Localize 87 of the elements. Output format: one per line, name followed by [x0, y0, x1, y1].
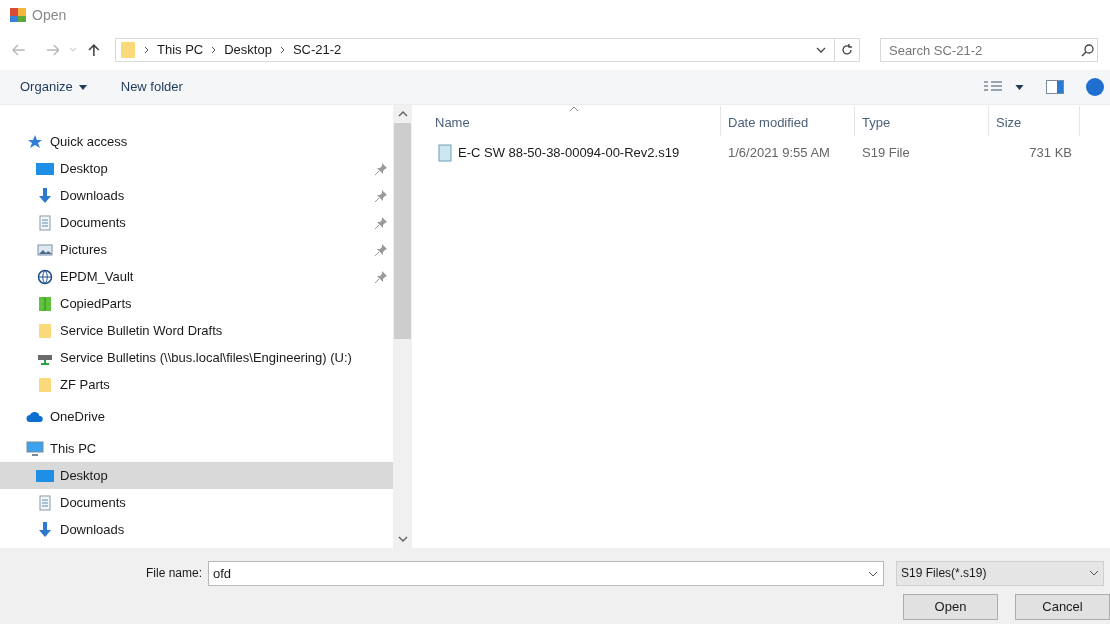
sidebar-item[interactable]: Service Bulletin Word Drafts: [0, 317, 393, 344]
sidebar-item-label: This PC: [50, 439, 98, 458]
table-cell-text: 1/6/2021 9:55 AM: [727, 144, 831, 163]
organize-button[interactable]: Organize: [20, 77, 87, 97]
folder-icon: [36, 376, 54, 393]
scrollbar-thumb[interactable]: [394, 123, 411, 339]
view-options-icon[interactable]: [983, 80, 1003, 94]
chevron-down-icon[interactable]: [868, 570, 879, 577]
sidebar-item-label: ZF Parts: [60, 375, 111, 394]
sidebar-item-label: Documents: [60, 493, 127, 512]
sidebar-item[interactable]: Service Bulletins (\\bus.local\files\Engineering) (U:): [0, 344, 393, 371]
preview-pane-icon[interactable]: [1046, 80, 1064, 94]
search-field[interactable]: Search SC-21-2: [880, 38, 1098, 62]
sidebar-item[interactable]: Desktop: [0, 462, 393, 489]
caret-icon: [78, 84, 87, 90]
sidebar-item-label: Downloads: [60, 520, 126, 539]
column-header[interactable]: Type: [855, 106, 989, 136]
breadcrumb-item[interactable]: SC-21-2: [292, 40, 342, 60]
breadcrumb-item[interactable]: This PC: [157, 40, 204, 60]
sidebar-item-label: Desktop: [60, 159, 109, 178]
table-cell-text: S19 File: [861, 144, 911, 163]
sidebar-item[interactable]: Downloads: [0, 182, 393, 209]
window-title: Open: [32, 5, 67, 25]
chevron-down-icon: [1089, 570, 1100, 576]
chevron-down-icon[interactable]: [816, 46, 826, 54]
sidebar-item-label: EPDM_Vault: [60, 267, 135, 286]
help-icon[interactable]: [1086, 78, 1104, 96]
column-header[interactable]: Date modified: [721, 106, 855, 136]
computer-icon: [26, 440, 44, 457]
up-arrow-icon[interactable]: [87, 43, 101, 57]
sidebar-item[interactable]: ZF Parts: [0, 371, 393, 398]
sidebar-item[interactable]: Documents: [0, 489, 393, 516]
file-name: E-C SW 88-50-38-00094-00-Rev2.s19: [458, 144, 680, 163]
chevron-down-icon[interactable]: [397, 536, 408, 542]
file-type-dropdown[interactable]: S19 Files(*.s19): [896, 560, 1105, 586]
folder-icon: [36, 322, 54, 339]
cancel-button[interactable]: Cancel: [1015, 594, 1110, 620]
file-name-field[interactable]: ofd: [208, 560, 885, 586]
caret-icon[interactable]: [1015, 84, 1024, 90]
column-header[interactable]: Name: [412, 106, 721, 136]
book-icon: [36, 295, 54, 312]
open-button[interactable]: Open: [903, 594, 998, 620]
chevron-right-icon: [279, 46, 285, 54]
breadcrumb-item[interactable]: Desktop: [224, 40, 272, 60]
file-icon: [437, 144, 453, 162]
sidebar-item-label: Downloads: [60, 186, 126, 205]
document-icon: [36, 494, 54, 511]
refresh-icon[interactable]: [840, 43, 854, 57]
sidebar-item[interactable]: Documents: [0, 209, 393, 236]
new-folder-button[interactable]: New folder: [120, 77, 183, 97]
picture-icon: [36, 241, 54, 258]
sidebar-item[interactable]: This PC: [0, 435, 393, 462]
sidebar-item-label: CopiedParts: [60, 294, 133, 313]
document-icon: [36, 214, 54, 231]
sidebar-item[interactable]: OneDrive: [0, 403, 393, 430]
sidebar-item-label: Service Bulletins (\\bus.local\files\Engineering) (U:): [60, 348, 353, 367]
file-name-label: File name:: [146, 565, 203, 582]
sidebar-item-label: Desktop: [60, 466, 109, 485]
address-bar[interactable]: This PC Desktop SC-21-2: [115, 38, 860, 62]
sidebar-item-label: Pictures: [60, 240, 108, 259]
desktop-icon: [36, 160, 54, 177]
sidebar-item-label: Documents: [60, 213, 127, 232]
sort-caret-icon: [569, 106, 579, 112]
sidebar-item[interactable]: EPDM_Vault: [0, 263, 393, 290]
sidebar-item-label: Service Bulletin Word Drafts: [60, 321, 224, 340]
search-icon: [1081, 44, 1094, 57]
sidebar-item-label: Quick access: [50, 132, 129, 151]
sidebar-item[interactable]: Desktop: [0, 155, 393, 182]
sidebar-item[interactable]: Quick access: [0, 128, 393, 155]
sidebar-item[interactable]: Pictures: [0, 236, 393, 263]
down-arrow-icon: [36, 187, 54, 204]
table-cell[interactable]: E-C SW 88-50-38-00094-00-Rev2.s19: [412, 143, 721, 163]
globe-icon: [36, 268, 54, 285]
table-cell-text: 731 KB: [1028, 144, 1073, 163]
sidebar-item[interactable]: Downloads: [0, 516, 393, 543]
sidebar-item-label: OneDrive: [50, 407, 106, 426]
scrollbar[interactable]: [393, 105, 412, 548]
sidebar-item[interactable]: CopiedParts: [0, 290, 393, 317]
chevron-up-icon[interactable]: [397, 111, 408, 117]
app-icon: [10, 7, 26, 23]
down-arrow-icon: [36, 521, 54, 538]
folder-icon: [120, 41, 136, 59]
desktop-icon: [36, 467, 54, 484]
star-icon: [26, 133, 44, 150]
chevron-right-icon: [211, 46, 217, 54]
chevron-right-icon: [144, 46, 149, 54]
column-header[interactable]: Size: [989, 106, 1080, 136]
